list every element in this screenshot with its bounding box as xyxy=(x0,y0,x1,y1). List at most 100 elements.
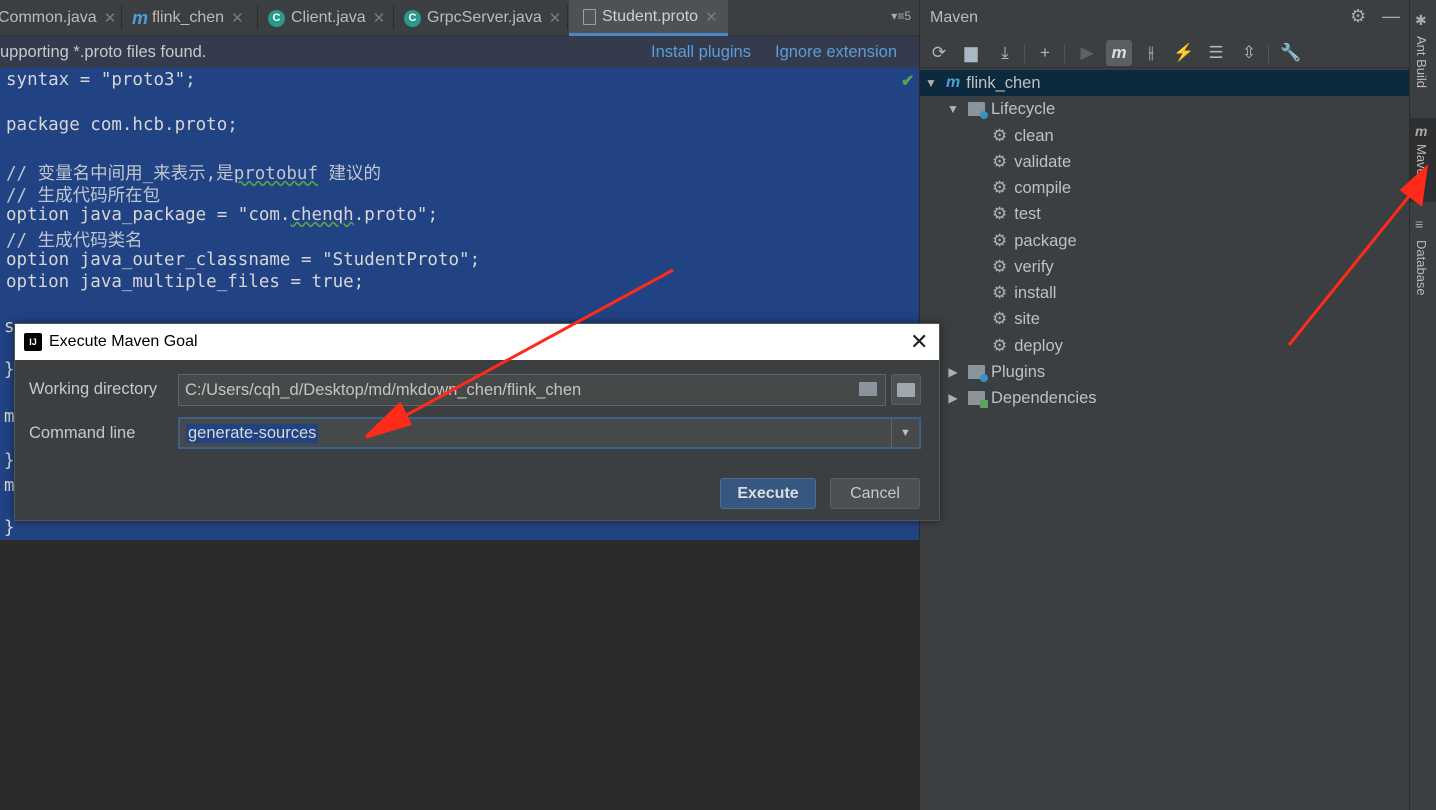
skip-tests-icon[interactable]: ⚡ xyxy=(1171,40,1197,66)
tab-label: Common.java xyxy=(0,9,97,26)
java-class-icon: C xyxy=(268,9,285,27)
folder-icon xyxy=(968,391,988,408)
code-line: option java_outer_classname = "StudentPr… xyxy=(6,250,481,270)
code-line: // 生成代码类名 xyxy=(6,231,143,251)
tree-plugins[interactable]: ▶ Plugins xyxy=(946,359,1045,385)
gear-icon: ⚙ xyxy=(992,336,1008,355)
tree-goal-deploy[interactable]: ⚙ deploy xyxy=(992,333,1063,359)
tree-project-flink-chen[interactable]: ▼ m flink_chen xyxy=(920,70,1410,96)
code-line: option java_multiple_files = true; xyxy=(6,272,365,292)
code-line: package com.hcb.proto; xyxy=(6,115,238,135)
toggle-offline-icon[interactable]: ⫲ xyxy=(1138,40,1164,66)
tree-lifecycle[interactable]: ▼ Lifecycle xyxy=(946,96,1055,122)
command-line-value: generate-sources xyxy=(186,423,319,443)
maven-tab-label: Maven xyxy=(1414,144,1429,184)
ignore-extension-link[interactable]: Ignore extension xyxy=(775,43,897,62)
close-icon[interactable]: ✕ xyxy=(104,9,117,27)
tab-client-java[interactable]: C Client.java ✕ xyxy=(268,0,385,36)
close-icon[interactable]: ✕ xyxy=(549,9,562,27)
collapsed-arrow-icon[interactable]: ▶ xyxy=(946,391,960,405)
tab-grpcserver-java[interactable]: C GrpcServer.java ✕ xyxy=(404,0,561,36)
command-line-label: Command line xyxy=(29,424,136,442)
tab-label: Client.java xyxy=(291,9,366,26)
tab-common-java[interactable]: Common.java ✕ xyxy=(0,0,116,36)
tree-goal-validate[interactable]: ⚙ validate xyxy=(992,149,1071,175)
code-line: // 生成代码所在包 xyxy=(6,186,161,206)
code-line: syntax = "proto3"; xyxy=(6,70,196,90)
database-tab[interactable]: Database xyxy=(1414,240,1429,296)
show-dependencies-icon[interactable]: ☰ xyxy=(1203,40,1229,66)
close-icon[interactable]: ✕ xyxy=(705,8,718,26)
generate-sources-folders-icon[interactable]: ▆ xyxy=(958,40,984,66)
install-plugins-link[interactable]: Install plugins xyxy=(651,43,751,62)
working-directory-field[interactable]: C:/Users/cqh_d/Desktop/md/mkdown_chen/fl… xyxy=(178,374,886,406)
collapse-all-icon[interactable]: ⇳ xyxy=(1236,40,1262,66)
tab-label: flink_chen xyxy=(152,9,225,26)
expanded-arrow-icon[interactable]: ▼ xyxy=(924,76,938,90)
browse-modules-button[interactable] xyxy=(891,374,921,405)
editor-tab-bar: Common.java ✕ m flink_chen ✕ C Client.ja… xyxy=(0,0,919,36)
tree-goal-site[interactable]: ⚙ site xyxy=(992,306,1040,332)
code-fragment: m xyxy=(4,476,15,496)
tree-goal-verify[interactable]: ⚙ verify xyxy=(992,254,1054,280)
tree-goal-compile[interactable]: ⚙ compile xyxy=(992,175,1071,201)
gear-icon: ⚙ xyxy=(992,309,1008,328)
folder-icon[interactable] xyxy=(859,382,877,396)
gear-icon: ⚙ xyxy=(992,204,1008,223)
wrench-icon[interactable]: 🔧 xyxy=(1278,40,1304,66)
tree-goal-clean[interactable]: ⚙ clean xyxy=(992,123,1054,149)
dialog-title: Execute Maven Goal xyxy=(49,333,198,350)
expanded-arrow-icon[interactable]: ▼ xyxy=(946,102,960,116)
inspection-ok-icon: ✔ xyxy=(901,73,915,90)
gear-icon: ⚙ xyxy=(992,231,1008,250)
database-icon: ≡ xyxy=(1415,216,1424,232)
tree-goal-test[interactable]: ⚙ test xyxy=(992,201,1041,227)
minimize-icon[interactable]: — xyxy=(1382,6,1400,27)
collapsed-arrow-icon[interactable]: ▶ xyxy=(946,365,960,379)
folder-icon xyxy=(968,102,988,119)
gear-icon: ⚙ xyxy=(992,178,1008,197)
gear-icon: ⚙ xyxy=(992,283,1008,302)
tab-flink-chen[interactable]: m flink_chen ✕ xyxy=(132,0,244,36)
dialog-title-bar: IJ Execute Maven Goal ✕ xyxy=(15,324,939,360)
close-icon[interactable]: ✕ xyxy=(373,9,386,27)
gear-icon: ⚙ xyxy=(992,152,1008,171)
maven-tool-window: Maven ⚙ — ⟳ ▆ ⤓ + ▶ m ⫲ ⚡ ☰ ⇳ 🔧 ▼ m flin… xyxy=(919,0,1410,810)
chevron-down-icon[interactable]: ▼ xyxy=(891,419,919,447)
tree-goal-package[interactable]: ⚙ package xyxy=(992,228,1077,254)
tree-label: Dependencies xyxy=(991,388,1097,407)
working-directory-value: C:/Users/cqh_d/Desktop/md/mkdown_chen/fl… xyxy=(185,380,582,399)
maven-toolbar: ⟳ ▆ ⤓ + ▶ m ⫲ ⚡ ☰ ⇳ 🔧 xyxy=(920,36,1410,68)
execute-button[interactable]: Execute xyxy=(720,478,816,509)
ant-icon: ✱ xyxy=(1415,12,1427,28)
close-icon[interactable]: ✕ xyxy=(910,329,928,355)
tab-label: GrpcServer.java xyxy=(427,9,542,26)
gear-icon[interactable]: ⚙ xyxy=(1350,6,1366,27)
code-fragment: } xyxy=(4,518,15,538)
cancel-button[interactable]: Cancel xyxy=(830,478,920,509)
tab-student-proto[interactable]: Student.proto ✕ xyxy=(569,0,728,36)
tree-label: Plugins xyxy=(991,362,1046,381)
tree-goal-install[interactable]: ⚙ install xyxy=(992,280,1056,306)
command-line-input[interactable]: generate-sources ▼ xyxy=(178,417,921,449)
code-fragment: } xyxy=(4,360,15,380)
right-tool-strip: ✱ Ant Build m Maven ≡ Database xyxy=(1409,0,1436,810)
maven-strip-tab[interactable]: m Maven xyxy=(1410,118,1436,202)
close-icon[interactable]: ✕ xyxy=(231,9,244,27)
maven-panel-title: Maven xyxy=(930,9,979,26)
gear-icon: ⚙ xyxy=(992,257,1008,276)
ant-build-tab[interactable]: Ant Build xyxy=(1414,36,1429,88)
execute-maven-goal-icon[interactable]: m xyxy=(1106,40,1132,66)
run-icon[interactable]: ▶ xyxy=(1074,40,1100,66)
working-directory-label: Working directory xyxy=(29,380,158,398)
tab-overflow-menu[interactable]: ▾≡5 xyxy=(891,9,911,23)
add-maven-project-icon[interactable]: + xyxy=(1032,40,1058,66)
tree-label: Lifecycle xyxy=(991,99,1056,118)
reload-icon[interactable]: ⟳ xyxy=(926,40,952,66)
folder-icon xyxy=(897,382,915,397)
code-fragment: m xyxy=(4,407,15,427)
gear-icon: ⚙ xyxy=(992,126,1008,145)
code-fragment: } xyxy=(4,451,15,471)
download-icon[interactable]: ⤓ xyxy=(992,40,1018,66)
tree-dependencies[interactable]: ▶ Dependencies xyxy=(946,385,1097,411)
